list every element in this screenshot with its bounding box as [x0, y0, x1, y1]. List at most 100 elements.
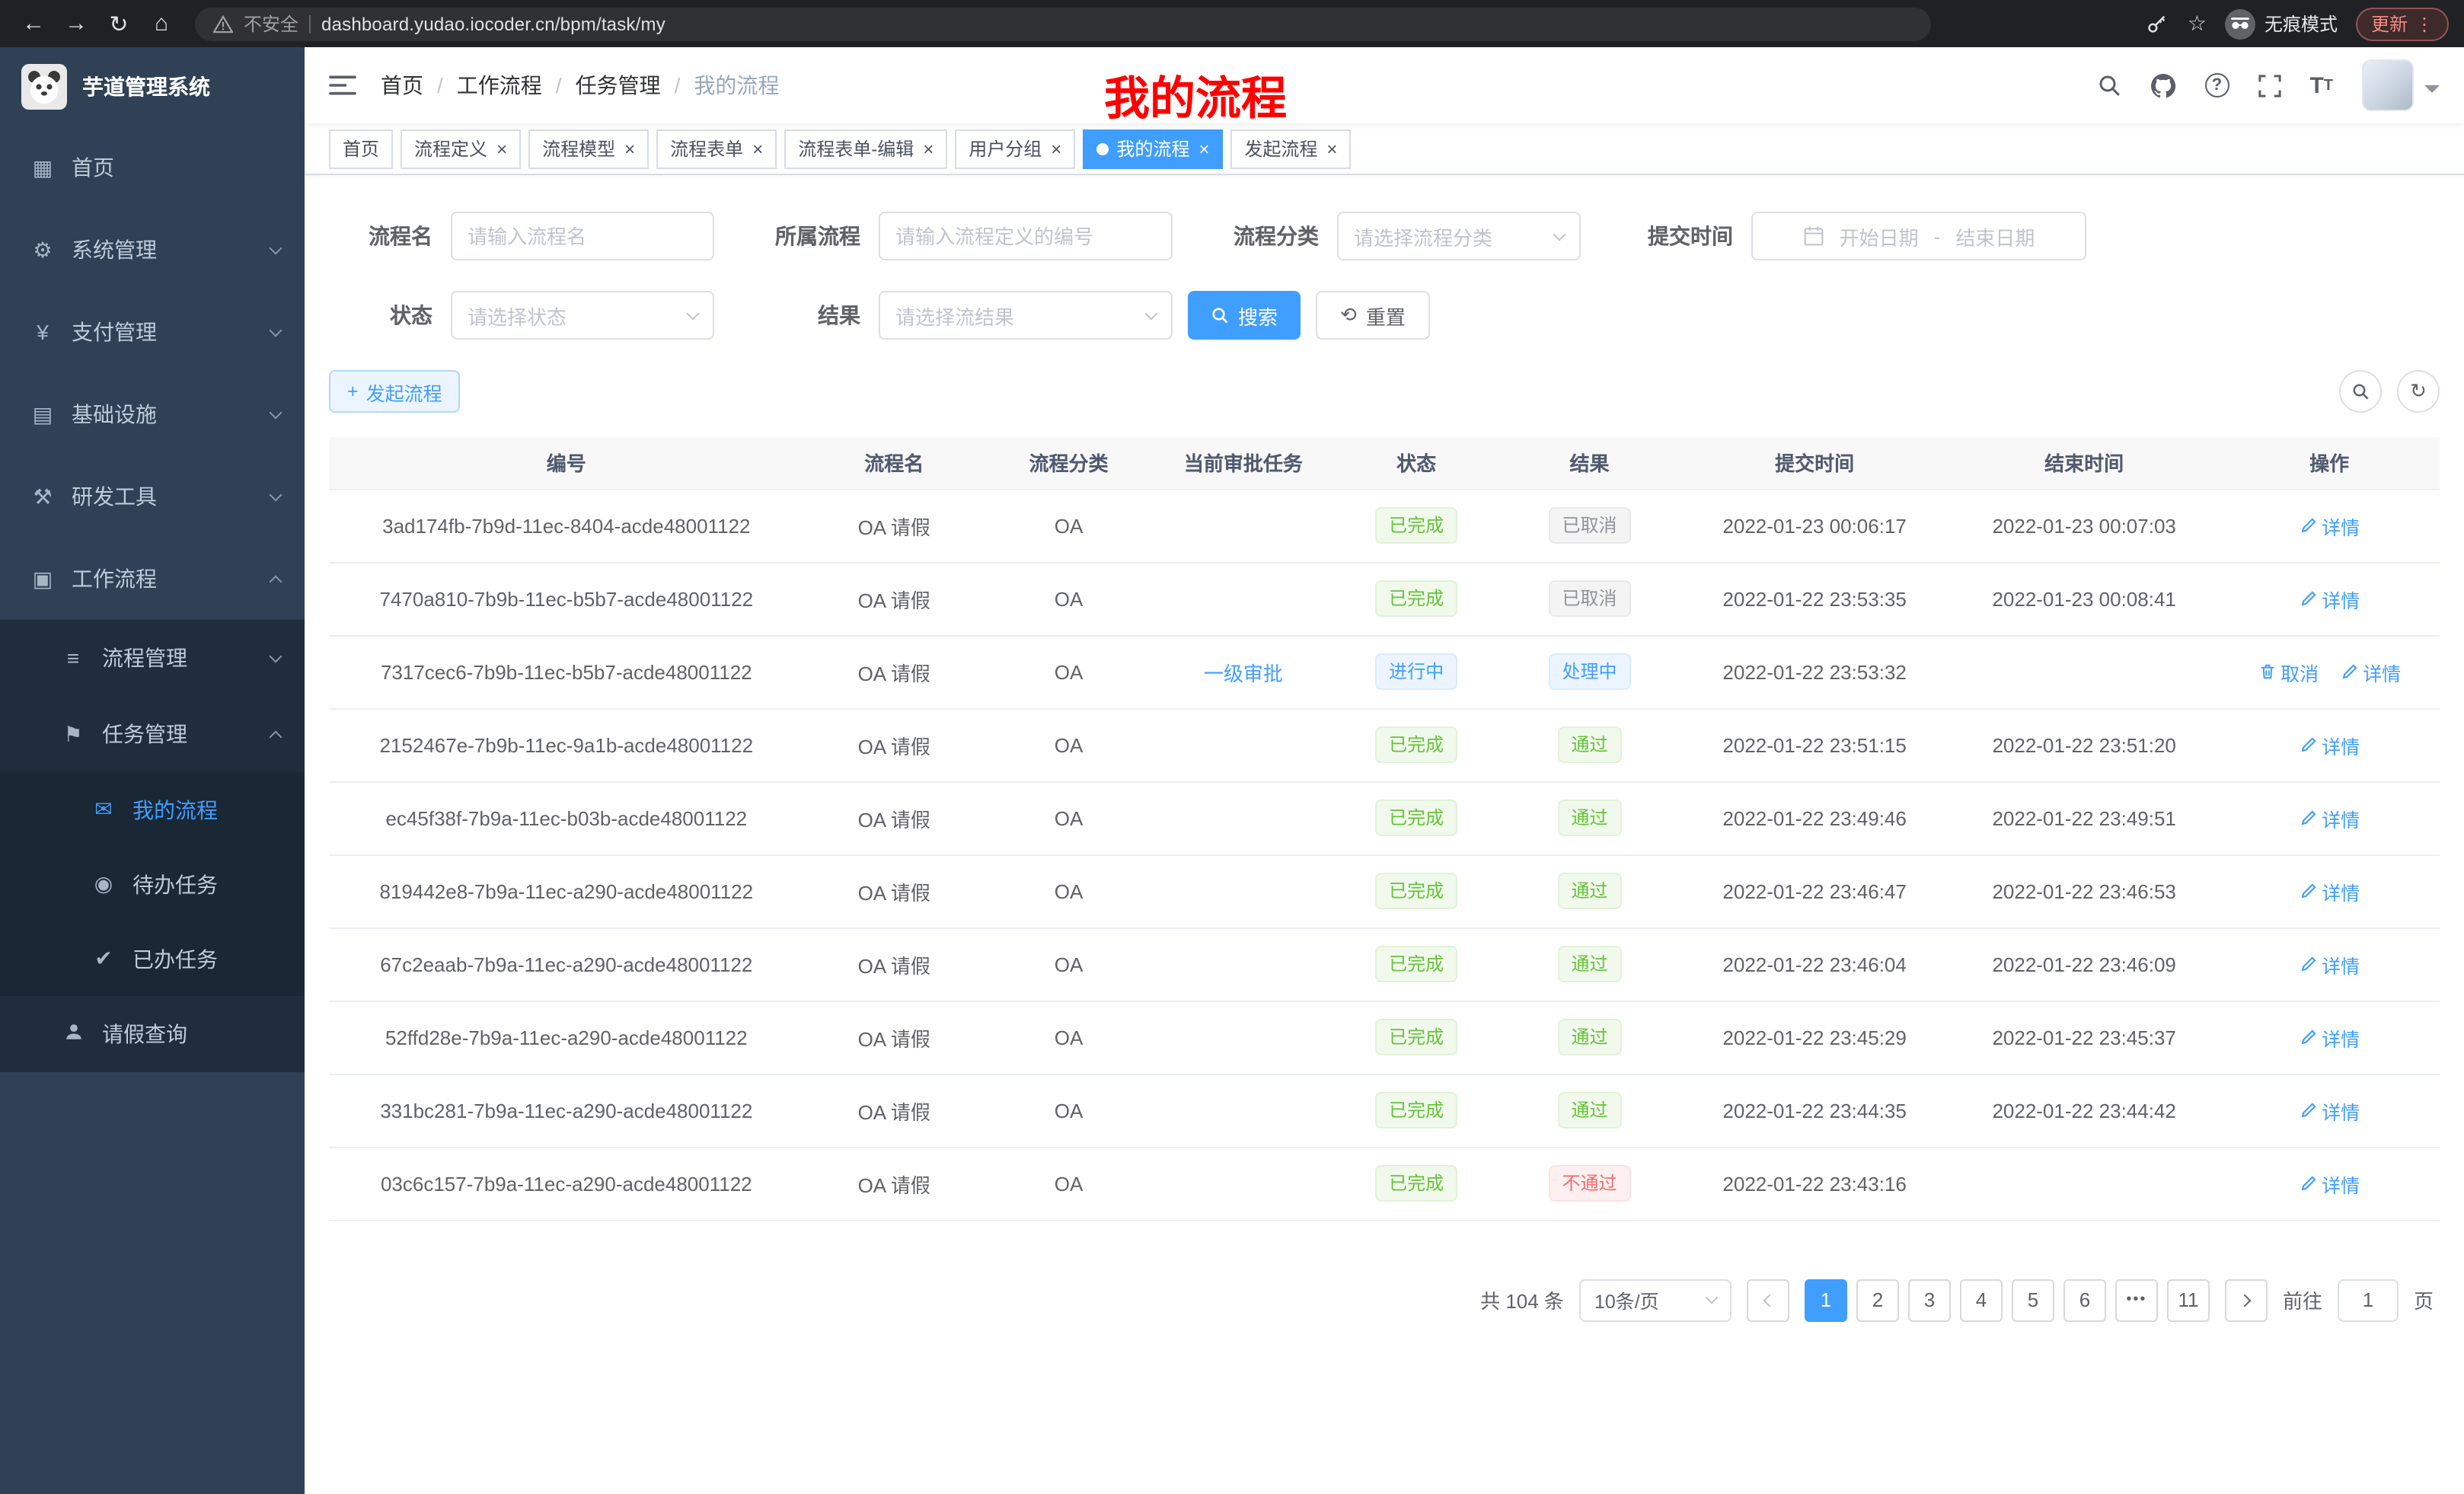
chevron-down-icon	[687, 307, 700, 320]
row-actions: 详情	[2219, 1074, 2440, 1147]
sidebar-item-payment[interactable]: ¥ 支付管理	[0, 291, 305, 373]
logo[interactable]: 芋道管理系统	[0, 47, 305, 126]
close-icon[interactable]: ×	[923, 139, 934, 158]
create-process-button[interactable]: + 发起流程	[329, 370, 461, 413]
page-button[interactable]: 2	[1856, 1279, 1899, 1321]
sidebar-item-leave-query[interactable]: 请假查询	[0, 996, 305, 1072]
result-select[interactable]: 请选择流结果	[879, 291, 1173, 340]
breadcrumb-separator: /	[437, 73, 443, 97]
sidebar-item-my-process[interactable]: ✉ 我的流程	[0, 772, 305, 847]
page-button[interactable]: 11	[2167, 1279, 2210, 1321]
page-button[interactable]: 1	[1805, 1279, 1847, 1321]
row-current-task: 一级审批	[1153, 635, 1333, 708]
reload-icon[interactable]: ↻	[101, 5, 137, 42]
chevron-down-icon	[270, 324, 282, 337]
close-icon[interactable]: ×	[496, 139, 507, 158]
bookmark-star-icon[interactable]: ☆	[2188, 11, 2207, 37]
status-select[interactable]: 请选择状态	[451, 291, 714, 340]
sidebar-item-done-tasks[interactable]: ✔ 已办任务	[0, 921, 305, 996]
detail-link[interactable]: 详情	[2299, 1169, 2360, 1198]
close-icon[interactable]: ×	[1051, 139, 1061, 158]
page-button[interactable]: •••	[2115, 1279, 2158, 1321]
page-size-select[interactable]: 10条/页	[1579, 1279, 1732, 1321]
goto-page-input[interactable]	[2338, 1279, 2399, 1321]
row-process-name: OA 请假	[804, 708, 985, 781]
chevron-up-icon	[270, 575, 282, 588]
submit-time-range-picker[interactable]: 开始日期 - 结束日期	[1751, 212, 2086, 260]
next-page-button[interactable]	[2225, 1279, 2268, 1321]
process-name-input[interactable]	[451, 212, 714, 260]
sidebar-item-home[interactable]: ▦ 首页	[0, 126, 305, 209]
table-header-row: 编号流程名流程分类当前审批任务状态结果提交时间结束时间操作	[329, 437, 2440, 489]
chevron-right-icon	[2238, 1294, 2251, 1307]
back-icon[interactable]: ←	[15, 5, 52, 42]
view-tab[interactable]: 流程表单 ×	[656, 129, 777, 168]
category-select[interactable]: 请选择流程分类	[1337, 212, 1581, 260]
key-icon[interactable]	[2146, 12, 2169, 35]
refresh-button[interactable]: ↻	[2397, 370, 2440, 413]
browser-menu-icon[interactable]: ⋮	[2415, 13, 2434, 34]
result-badge: 通过	[1557, 873, 1621, 909]
row-id: ec45f38f-7b9a-11ec-b03b-acde48001122	[329, 781, 804, 854]
detail-link[interactable]: 详情	[2299, 803, 2360, 832]
view-tab[interactable]: 发起流程 ×	[1230, 129, 1351, 168]
view-tab[interactable]: 流程表单-编辑 ×	[784, 129, 947, 168]
sidebar-item-infrastructure[interactable]: ▤ 基础设施	[0, 373, 305, 455]
breadcrumb-home[interactable]: 首页	[381, 70, 423, 101]
detail-link[interactable]: 详情	[2299, 730, 2360, 759]
detail-link[interactable]: 详情	[2340, 657, 2401, 686]
view-tab[interactable]: 首页	[329, 129, 393, 168]
page-button[interactable]: 4	[1960, 1279, 2003, 1321]
close-icon[interactable]: ×	[624, 139, 635, 158]
row-end-time: 2022-01-22 23:45:37	[1949, 1001, 2219, 1074]
sidebar-item-system[interactable]: ⚙ 系统管理	[0, 209, 305, 291]
breadcrumb-workflow[interactable]: 工作流程	[457, 70, 542, 101]
detail-link[interactable]: 详情	[2299, 876, 2360, 905]
sidebar-item-todo-tasks[interactable]: ◉ 待办任务	[0, 847, 305, 921]
avatar[interactable]	[2362, 59, 2414, 111]
sidebar-item-devtools[interactable]: ⚒ 研发工具	[0, 455, 305, 538]
view-tab[interactable]: 流程模型 ×	[528, 129, 649, 168]
close-icon[interactable]: ×	[1326, 139, 1337, 158]
view-tab[interactable]: 用户分组 ×	[955, 129, 1075, 168]
reset-button[interactable]: ⟲ 重置	[1316, 291, 1430, 340]
font-size-icon[interactable]: TT	[2309, 72, 2333, 98]
view-tab[interactable]: 我的流程 ×	[1083, 129, 1223, 168]
breadcrumb-task-management[interactable]: 任务管理	[576, 70, 661, 101]
tab-label: 发起流程	[1244, 136, 1317, 161]
page-button[interactable]: 5	[2012, 1279, 2054, 1321]
prev-page-button[interactable]	[1747, 1279, 1789, 1321]
view-tab[interactable]: 流程定义 ×	[401, 129, 521, 168]
github-icon[interactable]	[2150, 72, 2175, 98]
sidebar-item-process-management[interactable]: ≡ 流程管理	[0, 620, 305, 696]
user-menu[interactable]	[2362, 59, 2440, 111]
cancel-link[interactable]: 取消	[2258, 657, 2319, 686]
detail-link[interactable]: 详情	[2299, 584, 2360, 613]
toggle-search-button[interactable]	[2339, 370, 2382, 413]
parent-process-input[interactable]	[879, 212, 1173, 260]
row-category: OA	[985, 489, 1153, 562]
address-bar[interactable]: 不安全 dashboard.yudao.iocoder.cn/bpm/task/…	[195, 7, 1931, 40]
hamburger-icon[interactable]	[329, 73, 356, 97]
close-icon[interactable]: ×	[1198, 139, 1209, 158]
current-task-link[interactable]: 一级审批	[1204, 662, 1283, 685]
browser-chrome: ← → ↻ ⌂ 不安全 dashboard.yudao.iocoder.cn/b…	[0, 0, 2464, 47]
sidebar-item-label: 系统管理	[72, 235, 254, 265]
forward-icon[interactable]: →	[58, 5, 94, 42]
search-button[interactable]: 搜索	[1188, 291, 1301, 340]
status-badge: 已完成	[1375, 507, 1457, 544]
detail-link[interactable]: 详情	[2299, 1023, 2360, 1052]
fullscreen-icon[interactable]	[2258, 74, 2280, 97]
detail-link[interactable]: 详情	[2299, 511, 2360, 540]
detail-link[interactable]: 详情	[2299, 1096, 2360, 1125]
close-icon[interactable]: ×	[752, 139, 763, 158]
page-button[interactable]: 6	[2063, 1279, 2106, 1321]
help-icon[interactable]: ?	[2204, 73, 2229, 97]
page-button[interactable]: 3	[1908, 1279, 1951, 1321]
search-icon[interactable]	[2096, 73, 2121, 97]
detail-link[interactable]: 详情	[2299, 950, 2360, 978]
sidebar-item-task-management[interactable]: ⚑ 任务管理	[0, 696, 305, 772]
browser-update-button[interactable]: 更新 ⋮	[2356, 7, 2449, 40]
sidebar-item-workflow[interactable]: ▣ 工作流程	[0, 538, 305, 620]
home-icon[interactable]: ⌂	[143, 5, 180, 42]
